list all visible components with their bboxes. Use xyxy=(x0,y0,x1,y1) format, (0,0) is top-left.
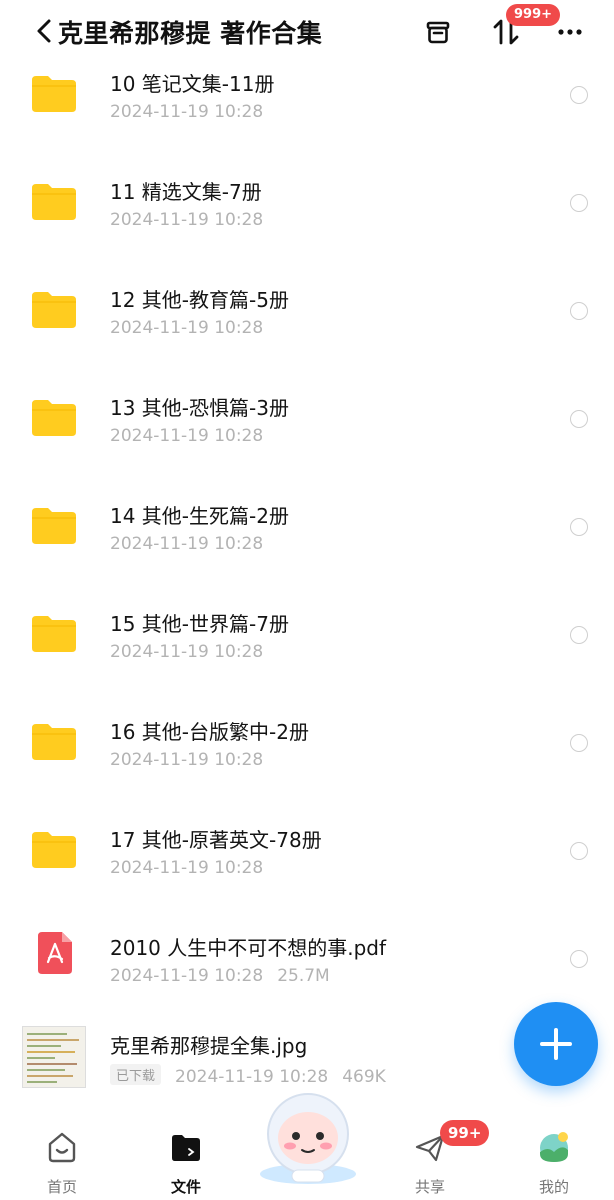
page-title: 克里希那穆提 著作合集 xyxy=(58,19,323,48)
more-button[interactable] xyxy=(552,14,588,50)
archive-box-icon xyxy=(426,21,450,44)
list-item[interactable]: 15 其他-世界篇-7册 2024-11-19 10:28 xyxy=(0,594,614,702)
top-bar: 克里希那穆提 著作合集 999+ xyxy=(0,0,614,64)
item-name: 14 其他-生死篇-2册 xyxy=(110,504,289,528)
add-button[interactable] xyxy=(514,1002,598,1086)
item-size: 25.7M xyxy=(277,966,330,986)
plus-icon xyxy=(540,1028,572,1060)
more-dots-icon xyxy=(558,29,582,35)
chevron-left-icon[interactable] xyxy=(34,18,56,44)
list-item[interactable]: 11 精选文集-7册 2024-11-19 10:28 xyxy=(0,162,614,270)
select-radio[interactable] xyxy=(570,734,588,752)
select-radio[interactable] xyxy=(570,950,588,968)
folder-icon xyxy=(172,1135,200,1161)
item-date: 2024-11-19 10:28 xyxy=(175,1067,329,1087)
folder-icon xyxy=(32,184,76,220)
list-item[interactable]: 17 其他-原著英文-78册 2024-11-19 10:28 xyxy=(0,810,614,918)
archive-button[interactable] xyxy=(420,14,456,50)
avatar-icon xyxy=(540,1132,568,1162)
item-date: 2024-11-19 10:28 xyxy=(110,318,264,338)
select-radio[interactable] xyxy=(570,302,588,320)
folder-icon xyxy=(32,508,76,544)
item-date: 2024-11-19 10:28 xyxy=(110,210,264,230)
downloaded-tag: 已下载 xyxy=(110,1064,162,1085)
item-date: 2024-11-19 10:28 xyxy=(110,642,264,662)
image-thumbnail xyxy=(22,1026,86,1088)
folder-icon xyxy=(32,832,76,868)
home-icon xyxy=(48,1132,76,1163)
item-name: 11 精选文集-7册 xyxy=(110,180,262,204)
select-radio[interactable] xyxy=(570,86,588,104)
nav-files[interactable]: 文件 xyxy=(146,1118,226,1198)
item-date: 2024-11-19 10:28 xyxy=(110,534,264,554)
item-name: 15 其他-世界篇-7册 xyxy=(110,612,289,636)
item-date: 2024-11-19 10:28 xyxy=(110,858,264,878)
select-radio[interactable] xyxy=(570,194,588,212)
share-count-badge: 99+ xyxy=(440,1120,490,1146)
select-radio[interactable] xyxy=(570,518,588,536)
pdf-file-icon xyxy=(38,932,72,974)
item-name: 克里希那穆提全集.jpg xyxy=(110,1034,308,1058)
folder-icon xyxy=(32,724,76,760)
file-list: 10 笔记文集-11册 2024-11-19 10:28 11 精选文集-7册 … xyxy=(0,54,614,1134)
folder-icon xyxy=(32,616,76,652)
item-name: 12 其他-教育篇-5册 xyxy=(110,288,289,312)
item-name: 2010 人生中不可不想的事.pdf xyxy=(110,936,387,960)
item-name: 10 笔记文集-11册 xyxy=(110,72,275,96)
item-name: 17 其他-原著英文-78册 xyxy=(110,828,322,852)
nav-files-label: 文件 xyxy=(170,1178,201,1196)
nav-home[interactable]: 首页 xyxy=(22,1118,102,1198)
item-meta: 已下载 2024-11-19 10:28 469K xyxy=(110,1064,386,1087)
folder-icon xyxy=(32,76,76,112)
list-item[interactable]: 13 其他-恐惧篇-3册 2024-11-19 10:28 xyxy=(0,378,614,486)
nav-home-label: 首页 xyxy=(46,1178,77,1196)
item-meta: 2024-11-19 10:28 25.7M xyxy=(110,966,330,986)
list-item[interactable]: 2010 人生中不可不想的事.pdf 2024-11-19 10:28 25.7M xyxy=(0,918,614,1026)
mascot-icon[interactable] xyxy=(252,1086,364,1186)
nav-share-label: 共享 xyxy=(414,1178,445,1196)
select-radio[interactable] xyxy=(570,626,588,644)
folder-icon xyxy=(32,292,76,328)
select-radio[interactable] xyxy=(570,842,588,860)
select-radio[interactable] xyxy=(570,410,588,428)
item-date: 2024-11-19 10:28 xyxy=(110,426,264,446)
item-name: 16 其他-台版繁中-2册 xyxy=(110,720,309,744)
item-date: 2024-11-19 10:28 xyxy=(110,750,264,770)
nav-mine-label: 我的 xyxy=(538,1178,569,1196)
list-item[interactable]: 16 其他-台版繁中-2册 2024-11-19 10:28 xyxy=(0,702,614,810)
nav-mine[interactable]: 我的 xyxy=(514,1118,594,1198)
item-name: 13 其他-恐惧篇-3册 xyxy=(110,396,289,420)
folder-icon xyxy=(32,400,76,436)
item-date: 2024-11-19 10:28 xyxy=(110,102,264,122)
item-date: 2024-11-19 10:28 xyxy=(110,966,264,986)
item-size: 469K xyxy=(342,1067,386,1087)
list-item[interactable]: 14 其他-生死篇-2册 2024-11-19 10:28 xyxy=(0,486,614,594)
list-item[interactable]: 10 笔记文集-11册 2024-11-19 10:28 xyxy=(0,54,614,162)
list-item[interactable]: 12 其他-教育篇-5册 2024-11-19 10:28 xyxy=(0,270,614,378)
